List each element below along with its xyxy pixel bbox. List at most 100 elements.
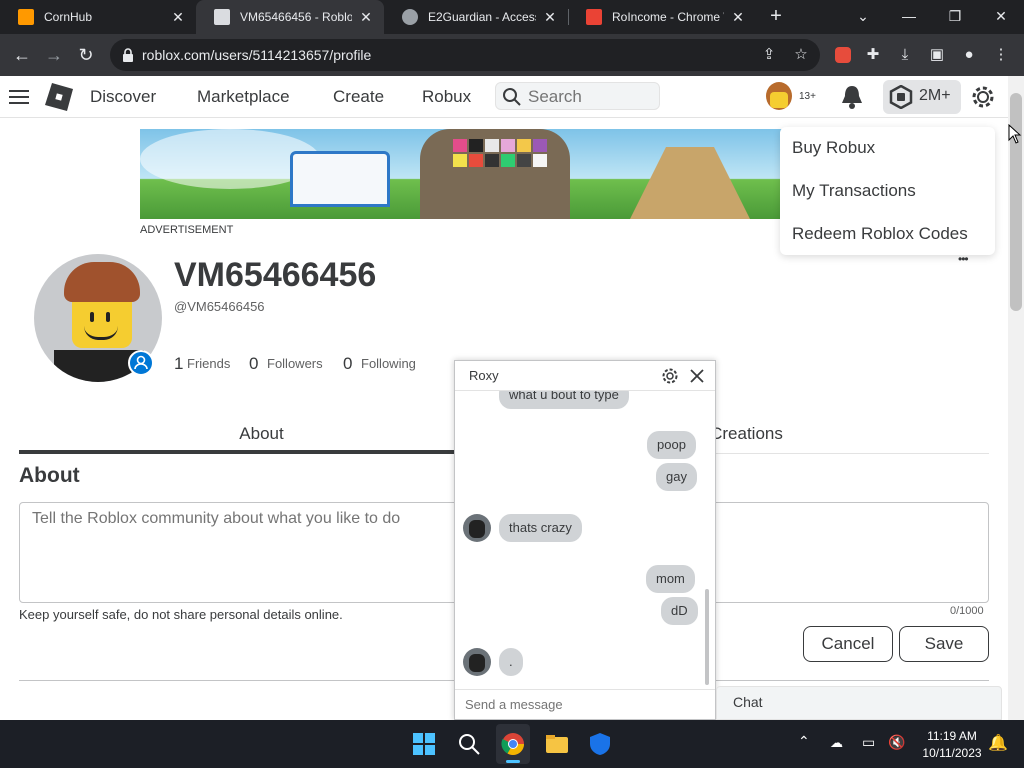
back-arrow-icon[interactable]: ← (10, 43, 34, 67)
age-badge: 13+ (799, 91, 816, 102)
tab-title: VM65466456 - Roblox (240, 10, 352, 24)
tab-title: RoIncome - Chrome W (612, 10, 724, 24)
notification-bell-icon[interactable] (840, 84, 864, 110)
ad-banner[interactable] (140, 129, 868, 219)
extension-red-icon[interactable] (832, 44, 854, 66)
roblox-logo-icon[interactable] (44, 82, 74, 112)
forward-arrow-icon[interactable]: → (42, 43, 66, 67)
chat-close-icon[interactable] (689, 368, 705, 384)
friends-label[interactable]: Friends (187, 356, 230, 371)
followers-label[interactable]: Followers (267, 356, 323, 371)
robux-balance: 2M+ (919, 87, 951, 104)
chat-scrollbar[interactable] (705, 589, 709, 685)
cornhub-favicon-icon (18, 9, 34, 25)
chat-bar-label: Chat (733, 694, 763, 710)
new-tab-button[interactable]: + (754, 0, 798, 34)
download-icon[interactable]: ⤓ (894, 44, 916, 66)
chat-settings-gear-icon[interactable] (661, 367, 679, 385)
onedrive-icon[interactable]: ☁ (830, 735, 843, 751)
save-button[interactable]: Save (899, 626, 989, 662)
chat-message-received: thats crazy (499, 514, 582, 542)
extensions-puzzle-icon[interactable]: ✚ (862, 44, 884, 66)
about-heading: About (19, 464, 80, 487)
taskbar-search-icon[interactable] (457, 732, 481, 756)
browser-tab-cornhub[interactable]: CornHub ✕ (0, 0, 196, 34)
windows-start-icon[interactable] (412, 732, 436, 756)
profile-icon[interactable]: ● (958, 44, 980, 66)
file-explorer-icon[interactable] (545, 732, 569, 756)
browser-tab-roblox[interactable]: VM65466456 - Roblox ✕ (196, 0, 384, 34)
avatar-eye (106, 312, 110, 322)
lock-icon (123, 48, 133, 62)
tab-search-chevron-icon[interactable]: ⌄ (840, 0, 886, 34)
side-panel-icon[interactable]: ▣ (926, 44, 948, 66)
following-count[interactable]: 0 (343, 354, 352, 374)
mouse-cursor-icon (1008, 124, 1022, 144)
followers-count[interactable]: 0 (249, 354, 258, 374)
show-hidden-icons-chevron-icon[interactable]: ⌃ (798, 733, 810, 750)
tab-title: E2Guardian - Access D (428, 10, 536, 24)
chat-window: what u bout to type poop gay thats crazy… (454, 360, 716, 720)
volume-muted-icon[interactable]: 🔇 (888, 734, 905, 751)
globe-favicon-icon (402, 9, 418, 25)
following-label[interactable]: Following (361, 356, 416, 371)
monitor-icon[interactable]: ▭ (862, 734, 875, 751)
chrome-taskbar-button[interactable] (496, 724, 530, 764)
menu-item-redeem-codes[interactable]: Redeem Roblox Codes (792, 224, 968, 244)
close-tab-icon[interactable]: ✕ (170, 9, 186, 25)
chat-contact-avatar (463, 514, 491, 542)
cancel-button[interactable]: Cancel (803, 626, 893, 662)
settings-gear-icon[interactable] (970, 84, 996, 110)
avatar-hair (64, 262, 140, 302)
close-tab-icon[interactable]: ✕ (730, 9, 746, 25)
clock-time[interactable]: 11:19 AM (924, 729, 980, 743)
roblox-nav-bar: Discover Marketplace Create Robux 13+ 2M… (0, 76, 1008, 118)
share-icon[interactable]: ⇪ (758, 44, 780, 66)
tab-title: CornHub (44, 10, 93, 24)
robux-dropdown-menu: Buy Robux My Transactions Redeem Roblox … (780, 127, 995, 255)
url-text: roblox.com/users/5114213657/profile (142, 47, 372, 63)
browser-tab-roincome[interactable]: RoIncome - Chrome W ✕ (568, 0, 756, 34)
windows-security-icon[interactable] (588, 732, 612, 756)
notification-bell-icon[interactable]: 🔔 (988, 733, 1008, 753)
menu-item-my-transactions[interactable]: My Transactions (792, 181, 916, 201)
address-bar[interactable]: roblox.com/users/5114213657/profile ⇪ ☆ (110, 39, 820, 71)
chat-bar[interactable]: Chat (716, 686, 1002, 720)
friends-count[interactable]: 1 (174, 354, 183, 374)
browser-toolbar: ← → ↻ roblox.com/users/5114213657/profil… (0, 34, 1024, 76)
chat-contact-avatar (463, 648, 491, 676)
close-tab-icon[interactable]: ✕ (542, 9, 558, 25)
avatar-headshot[interactable] (766, 82, 792, 110)
nav-link-marketplace[interactable]: Marketplace (197, 87, 290, 107)
menu-item-buy-robux[interactable]: Buy Robux (792, 138, 875, 158)
active-indicator (506, 760, 520, 763)
close-window-button[interactable]: ✕ (978, 0, 1024, 34)
robux-balance-button[interactable]: 2M+ (883, 80, 961, 114)
advertisement-label: ADVERTISEMENT (140, 224, 234, 236)
chat-message-sent: mom (646, 565, 695, 593)
nav-link-robux[interactable]: Robux (422, 87, 471, 107)
nav-link-discover[interactable]: Discover (90, 87, 156, 107)
online-status-icon (128, 350, 154, 376)
close-tab-icon[interactable]: ✕ (358, 9, 374, 25)
search-input[interactable] (528, 87, 648, 107)
chrome-menu-icon[interactable]: ⋮ (990, 44, 1012, 66)
clock-date[interactable]: 10/11/2023 (914, 746, 990, 760)
chat-message-sent: gay (656, 463, 697, 491)
chat-message-received: . (499, 648, 523, 676)
reload-icon[interactable]: ↻ (74, 43, 98, 67)
nav-link-create[interactable]: Create (333, 87, 384, 107)
bookmark-star-icon[interactable]: ☆ (790, 44, 812, 66)
chat-message-sent: poop (647, 431, 696, 459)
tab-about[interactable]: About (19, 414, 504, 454)
hamburger-menu-icon[interactable] (9, 88, 29, 106)
minimize-button[interactable]: — (886, 0, 932, 34)
house-shape (290, 151, 390, 207)
robux-icon (889, 85, 913, 109)
chat-title: Roxy (469, 368, 499, 383)
chrome-store-favicon-icon (586, 9, 602, 25)
browser-tab-e2guardian[interactable]: E2Guardian - Access D ✕ (384, 0, 568, 34)
restore-button[interactable]: ❐ (932, 0, 978, 34)
chat-message-input[interactable] (455, 689, 715, 719)
search-box[interactable] (495, 82, 660, 110)
